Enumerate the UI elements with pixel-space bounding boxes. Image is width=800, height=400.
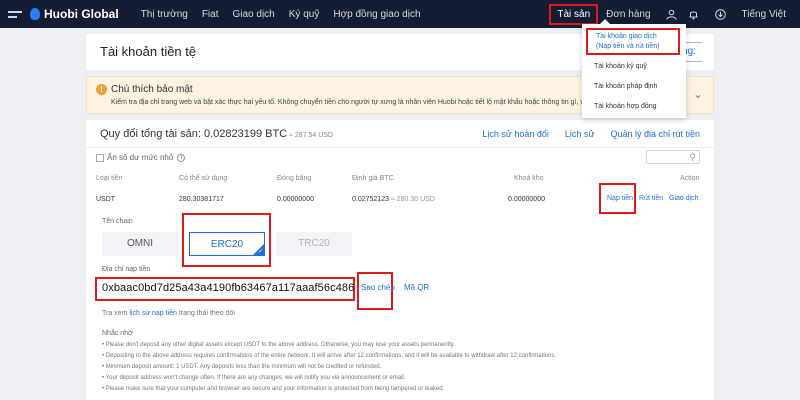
language-selector[interactable]: Tiếng Việt xyxy=(742,9,786,20)
nav-fiat[interactable]: Fiat xyxy=(202,9,219,20)
total-usd: ≈ 287.54 USD xyxy=(289,132,334,139)
note-item: • Depositing to the above address requir… xyxy=(102,353,556,359)
search-icon: ⚲ xyxy=(689,152,696,162)
note-item: • Your deposit address won't change ofte… xyxy=(102,375,406,381)
col-locked: Khoá kho xyxy=(514,175,544,182)
row-locked: 0.00000000 xyxy=(508,196,545,203)
chain-trc20[interactable]: TRC20 xyxy=(276,232,352,256)
nav-margin[interactable]: Ký quỹ xyxy=(289,9,320,20)
huobi-flame-icon xyxy=(30,8,40,20)
withdraw-address-link[interactable]: Quản lý địa chỉ rút tiền xyxy=(610,129,700,139)
hide-small-filter[interactable]: Ẩn số dư mức nhỏ i xyxy=(96,153,186,162)
col-available: Có thể sử dụng xyxy=(179,175,228,182)
user-icon[interactable] xyxy=(666,8,678,20)
col-frozen: Đóng băng xyxy=(277,175,312,182)
nav-trade[interactable]: Giao dịch xyxy=(233,9,275,20)
chain-label: Tên chain xyxy=(102,218,133,225)
summary-bar: Quy đổi tổng tài sản: 0.02823199 BTC ≈ 28… xyxy=(86,120,714,148)
hide-small-checkbox[interactable] xyxy=(96,153,104,162)
search-input[interactable]: ⚲ xyxy=(646,150,700,164)
qr-code-button[interactable]: Mã QR xyxy=(404,283,429,292)
dropdown-item-trading-account[interactable]: Tài khoản giao dịch (Nạp tiền và rút tiề… xyxy=(586,28,680,55)
assets-panel: Quy đổi tổng tài sản: 0.02823199 BTC ≈ 28… xyxy=(86,120,714,400)
col-coin: Loại tiền xyxy=(96,175,123,182)
chain-omni[interactable]: OMNI xyxy=(102,232,178,256)
col-action: Action xyxy=(680,175,700,182)
row-coin: USDT xyxy=(96,196,116,203)
note-item: • Please make sure that your computer an… xyxy=(102,386,445,392)
hide-small-label: Ẩn số dư mức nhỏ xyxy=(107,153,174,162)
notice-heading: Chú thích bảo mật xyxy=(111,84,193,95)
exchange-history-link[interactable]: Lịch sử hoàn đổi xyxy=(482,129,549,139)
col-btc-value: Định giá BTC xyxy=(352,175,394,182)
dropdown-arrow xyxy=(600,19,610,24)
row-available: 280.30381717 xyxy=(179,196,224,203)
deposit-button[interactable]: Nạp tiền xyxy=(607,195,633,202)
warning-icon: ! xyxy=(96,84,107,95)
dropdown-item-fiat-account[interactable]: Tài khoản pháp định xyxy=(594,83,657,90)
address-label: Địa chỉ nạp tiền xyxy=(102,266,151,273)
deposit-address: 0xbaac0bd7d25a43a4190fb63467a117aaaf56c4… xyxy=(102,282,355,294)
nav-orders[interactable]: Đơn hàng xyxy=(606,9,650,20)
total-assets: Quy đổi tổng tài sản: 0.02823199 BTC ≈ 28… xyxy=(100,128,334,140)
bell-icon[interactable] xyxy=(688,8,700,20)
page-title: Tài khoản tiền tệ xyxy=(100,44,197,59)
trade-button[interactable]: Giao dịch xyxy=(669,195,699,202)
notes-heading: Nhắc nhở xyxy=(102,330,133,337)
dropdown-item-contract-account[interactable]: Tài khoản hợp đồng xyxy=(594,103,657,110)
withdraw-button[interactable]: Rút tiền xyxy=(639,195,663,202)
nav-assets-button[interactable]: Tài sản xyxy=(549,3,599,25)
info-icon[interactable]: i xyxy=(177,153,186,162)
dropdown-item-margin-account[interactable]: Tài khoản ký quỹ xyxy=(594,63,647,70)
erc20-highlight xyxy=(182,213,271,267)
row-frozen: 0.00000000 xyxy=(277,196,314,203)
deposit-history-link[interactable]: lịch sử nạp tiền xyxy=(129,310,177,317)
history-link[interactable]: Lịch sử xyxy=(565,129,595,139)
copy-button[interactable]: Sao chép xyxy=(361,283,395,292)
chevron-down-icon[interactable]: ⌄ xyxy=(693,87,703,101)
assets-dropdown: Tài khoản giao dịch (Nạp tiền và rút tiề… xyxy=(582,19,686,118)
note-item: • Minimum deposit amount: 1 USDT. Any de… xyxy=(102,364,382,370)
menu-icon[interactable] xyxy=(8,10,22,18)
download-icon[interactable] xyxy=(715,8,727,20)
notice-text: Kiểm tra địa chỉ trang web và bật xác th… xyxy=(111,99,591,106)
notes-list: • Please don't deposit any other digital… xyxy=(102,340,556,395)
nav-contracts[interactable]: Hợp đồng giao dịch xyxy=(333,9,420,20)
logo[interactable]: Huobi Global xyxy=(30,7,119,21)
deposit-history-hint: Tra xem lịch sử nạp tiền trạng thái theo… xyxy=(102,310,235,317)
nav-markets[interactable]: Thị trường xyxy=(141,9,188,20)
row-btc-value: 0.02752123 ≈ 280.30 USD xyxy=(352,196,435,203)
note-item: • Please don't deposit any other digital… xyxy=(102,342,455,348)
